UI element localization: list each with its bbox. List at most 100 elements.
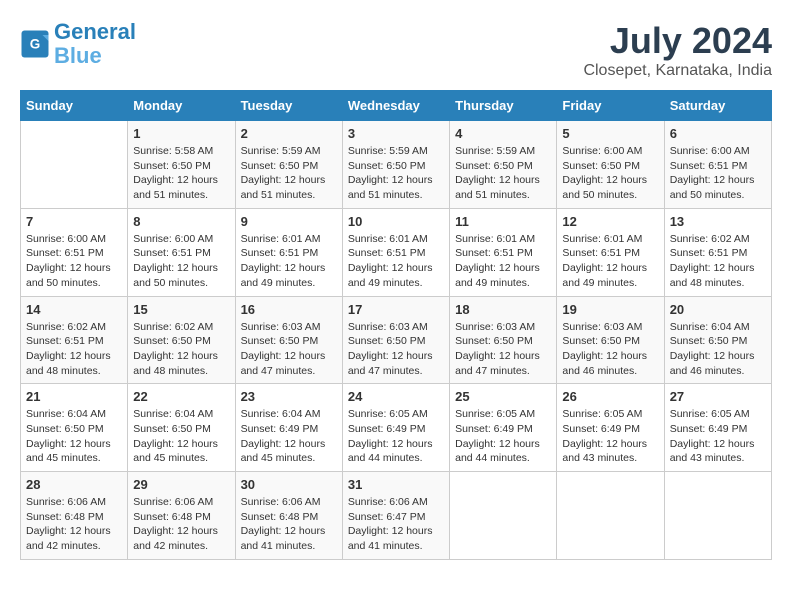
day-info: Sunrise: 6:02 AM Sunset: 6:51 PM Dayligh… [670, 232, 766, 291]
day-number: 13 [670, 214, 766, 229]
calendar-header: SundayMondayTuesdayWednesdayThursdayFrid… [21, 91, 772, 121]
calendar-cell: 2Sunrise: 5:59 AM Sunset: 6:50 PM Daylig… [235, 121, 342, 209]
calendar-week-row: 14 Sunrise: 6:02 AM Sunset: 6:51 PM Dayli… [21, 296, 772, 384]
day-info: Sunrise: 5:58 AM Sunset: 6:50 PM Dayligh… [133, 144, 229, 203]
day-number: 5 [562, 126, 658, 141]
calendar-cell [664, 472, 771, 560]
day-number: 27 [670, 389, 766, 404]
day-number: 24 [348, 389, 444, 404]
calendar-body: 1 Sunrise: 5:58 AM Sunset: 6:50 PM Daylig… [21, 121, 772, 560]
day-info: Sunrise: 6:00 AM Sunset: 6:51 PM Dayligh… [26, 232, 122, 291]
calendar-cell: 17 Sunrise: 6:03 AM Sunset: 6:50 PM Dayli… [342, 296, 449, 384]
day-number: 20 [670, 302, 766, 317]
day-number: 7 [26, 214, 122, 229]
logo: G GeneralBlue [20, 20, 136, 68]
day-info: Sunrise: 6:04 AM Sunset: 6:49 PM Dayligh… [241, 407, 337, 466]
day-info: Sunrise: 6:01 AM Sunset: 6:51 PM Dayligh… [348, 232, 444, 291]
svg-text:G: G [30, 37, 41, 52]
day-info: Sunrise: 6:03 AM Sunset: 6:50 PM Dayligh… [348, 320, 444, 379]
calendar-cell: 11 Sunrise: 6:01 AM Sunset: 6:51 PM Dayli… [450, 208, 557, 296]
calendar-cell [557, 472, 664, 560]
calendar-cell: 1 Sunrise: 5:58 AM Sunset: 6:50 PM Daylig… [128, 121, 235, 209]
day-info: Sunrise: 6:00 AM Sunset: 6:51 PM Dayligh… [133, 232, 229, 291]
day-info: Sunrise: 6:06 AM Sunset: 6:48 PM Dayligh… [133, 495, 229, 554]
calendar-cell: 24 Sunrise: 6:05 AM Sunset: 6:49 PM Dayli… [342, 384, 449, 472]
calendar-cell: 16Sunrise: 6:03 AM Sunset: 6:50 PM Dayli… [235, 296, 342, 384]
day-number: 6 [670, 126, 766, 141]
calendar-cell: 14 Sunrise: 6:02 AM Sunset: 6:51 PM Dayli… [21, 296, 128, 384]
day-number: 1 [133, 126, 229, 141]
day-number: 17 [348, 302, 444, 317]
day-info: Sunrise: 6:06 AM Sunset: 6:48 PM Dayligh… [26, 495, 122, 554]
day-info: Sunrise: 6:05 AM Sunset: 6:49 PM Dayligh… [455, 407, 551, 466]
day-info: Sunrise: 6:04 AM Sunset: 6:50 PM Dayligh… [26, 407, 122, 466]
day-number: 29 [133, 477, 229, 492]
day-number: 10 [348, 214, 444, 229]
calendar-cell: 5 Sunrise: 6:00 AM Sunset: 6:50 PM Daylig… [557, 121, 664, 209]
day-number: 26 [562, 389, 658, 404]
page-header: G GeneralBlue July 2024 Closepet, Karnat… [20, 20, 772, 80]
calendar-cell: 31 Sunrise: 6:06 AM Sunset: 6:47 PM Dayli… [342, 472, 449, 560]
day-info: Sunrise: 6:01 AM Sunset: 6:51 PM Dayligh… [241, 232, 337, 291]
day-info: Sunrise: 6:03 AM Sunset: 6:50 PM Dayligh… [455, 320, 551, 379]
day-number: 12 [562, 214, 658, 229]
calendar-cell: 21 Sunrise: 6:04 AM Sunset: 6:50 PM Dayli… [21, 384, 128, 472]
day-info: Sunrise: 6:03 AM Sunset: 6:50 PM Dayligh… [562, 320, 658, 379]
calendar-cell: 3Sunrise: 5:59 AM Sunset: 6:50 PM Daylig… [342, 121, 449, 209]
calendar-cell: 28 Sunrise: 6:06 AM Sunset: 6:48 PM Dayli… [21, 472, 128, 560]
calendar-cell: 26Sunrise: 6:05 AM Sunset: 6:49 PM Dayli… [557, 384, 664, 472]
calendar-cell: 13 Sunrise: 6:02 AM Sunset: 6:51 PM Dayli… [664, 208, 771, 296]
day-number: 18 [455, 302, 551, 317]
day-number: 21 [26, 389, 122, 404]
day-info: Sunrise: 6:05 AM Sunset: 6:49 PM Dayligh… [348, 407, 444, 466]
day-number: 31 [348, 477, 444, 492]
day-info: Sunrise: 6:01 AM Sunset: 6:51 PM Dayligh… [562, 232, 658, 291]
weekday-header: Monday [128, 91, 235, 121]
calendar-cell: 4Sunrise: 5:59 AM Sunset: 6:50 PM Daylig… [450, 121, 557, 209]
header-row: SundayMondayTuesdayWednesdayThursdayFrid… [21, 91, 772, 121]
day-number: 22 [133, 389, 229, 404]
day-info: Sunrise: 6:05 AM Sunset: 6:49 PM Dayligh… [670, 407, 766, 466]
calendar-week-row: 7 Sunrise: 6:00 AM Sunset: 6:51 PM Daylig… [21, 208, 772, 296]
calendar-cell: 29 Sunrise: 6:06 AM Sunset: 6:48 PM Dayli… [128, 472, 235, 560]
main-title: July 2024 [583, 20, 772, 62]
calendar-cell: 7 Sunrise: 6:00 AM Sunset: 6:51 PM Daylig… [21, 208, 128, 296]
calendar-week-row: 21 Sunrise: 6:04 AM Sunset: 6:50 PM Dayli… [21, 384, 772, 472]
day-number: 9 [241, 214, 337, 229]
calendar-cell: 15Sunrise: 6:02 AM Sunset: 6:50 PM Dayli… [128, 296, 235, 384]
calendar-cell: 12 Sunrise: 6:01 AM Sunset: 6:51 PM Dayli… [557, 208, 664, 296]
weekday-header: Thursday [450, 91, 557, 121]
day-number: 3 [348, 126, 444, 141]
calendar-table: SundayMondayTuesdayWednesdayThursdayFrid… [20, 90, 772, 560]
day-number: 15 [133, 302, 229, 317]
day-number: 8 [133, 214, 229, 229]
day-number: 11 [455, 214, 551, 229]
calendar-cell: 27 Sunrise: 6:05 AM Sunset: 6:49 PM Dayli… [664, 384, 771, 472]
day-info: Sunrise: 6:06 AM Sunset: 6:47 PM Dayligh… [348, 495, 444, 554]
weekday-header: Wednesday [342, 91, 449, 121]
day-info: Sunrise: 6:00 AM Sunset: 6:51 PM Dayligh… [670, 144, 766, 203]
calendar-cell: 8 Sunrise: 6:00 AM Sunset: 6:51 PM Daylig… [128, 208, 235, 296]
day-number: 2 [241, 126, 337, 141]
calendar-cell [21, 121, 128, 209]
day-info: Sunrise: 6:06 AM Sunset: 6:48 PM Dayligh… [241, 495, 337, 554]
logo-text: GeneralBlue [54, 20, 136, 68]
calendar-cell: 10 Sunrise: 6:01 AM Sunset: 6:51 PM Dayli… [342, 208, 449, 296]
calendar-week-row: 1 Sunrise: 5:58 AM Sunset: 6:50 PM Daylig… [21, 121, 772, 209]
day-info: Sunrise: 6:01 AM Sunset: 6:51 PM Dayligh… [455, 232, 551, 291]
calendar-cell: 6 Sunrise: 6:00 AM Sunset: 6:51 PM Daylig… [664, 121, 771, 209]
day-info: Sunrise: 6:02 AM Sunset: 6:51 PM Dayligh… [26, 320, 122, 379]
calendar-cell: 23 Sunrise: 6:04 AM Sunset: 6:49 PM Dayli… [235, 384, 342, 472]
day-number: 30 [241, 477, 337, 492]
calendar-cell: 22Sunrise: 6:04 AM Sunset: 6:50 PM Dayli… [128, 384, 235, 472]
day-info: Sunrise: 6:00 AM Sunset: 6:50 PM Dayligh… [562, 144, 658, 203]
day-number: 23 [241, 389, 337, 404]
day-number: 14 [26, 302, 122, 317]
day-number: 4 [455, 126, 551, 141]
subtitle: Closepet, Karnataka, India [583, 62, 772, 80]
day-number: 25 [455, 389, 551, 404]
calendar-cell: 30 Sunrise: 6:06 AM Sunset: 6:48 PM Dayli… [235, 472, 342, 560]
day-number: 28 [26, 477, 122, 492]
weekday-header: Saturday [664, 91, 771, 121]
calendar-cell: 19Sunrise: 6:03 AM Sunset: 6:50 PM Dayli… [557, 296, 664, 384]
